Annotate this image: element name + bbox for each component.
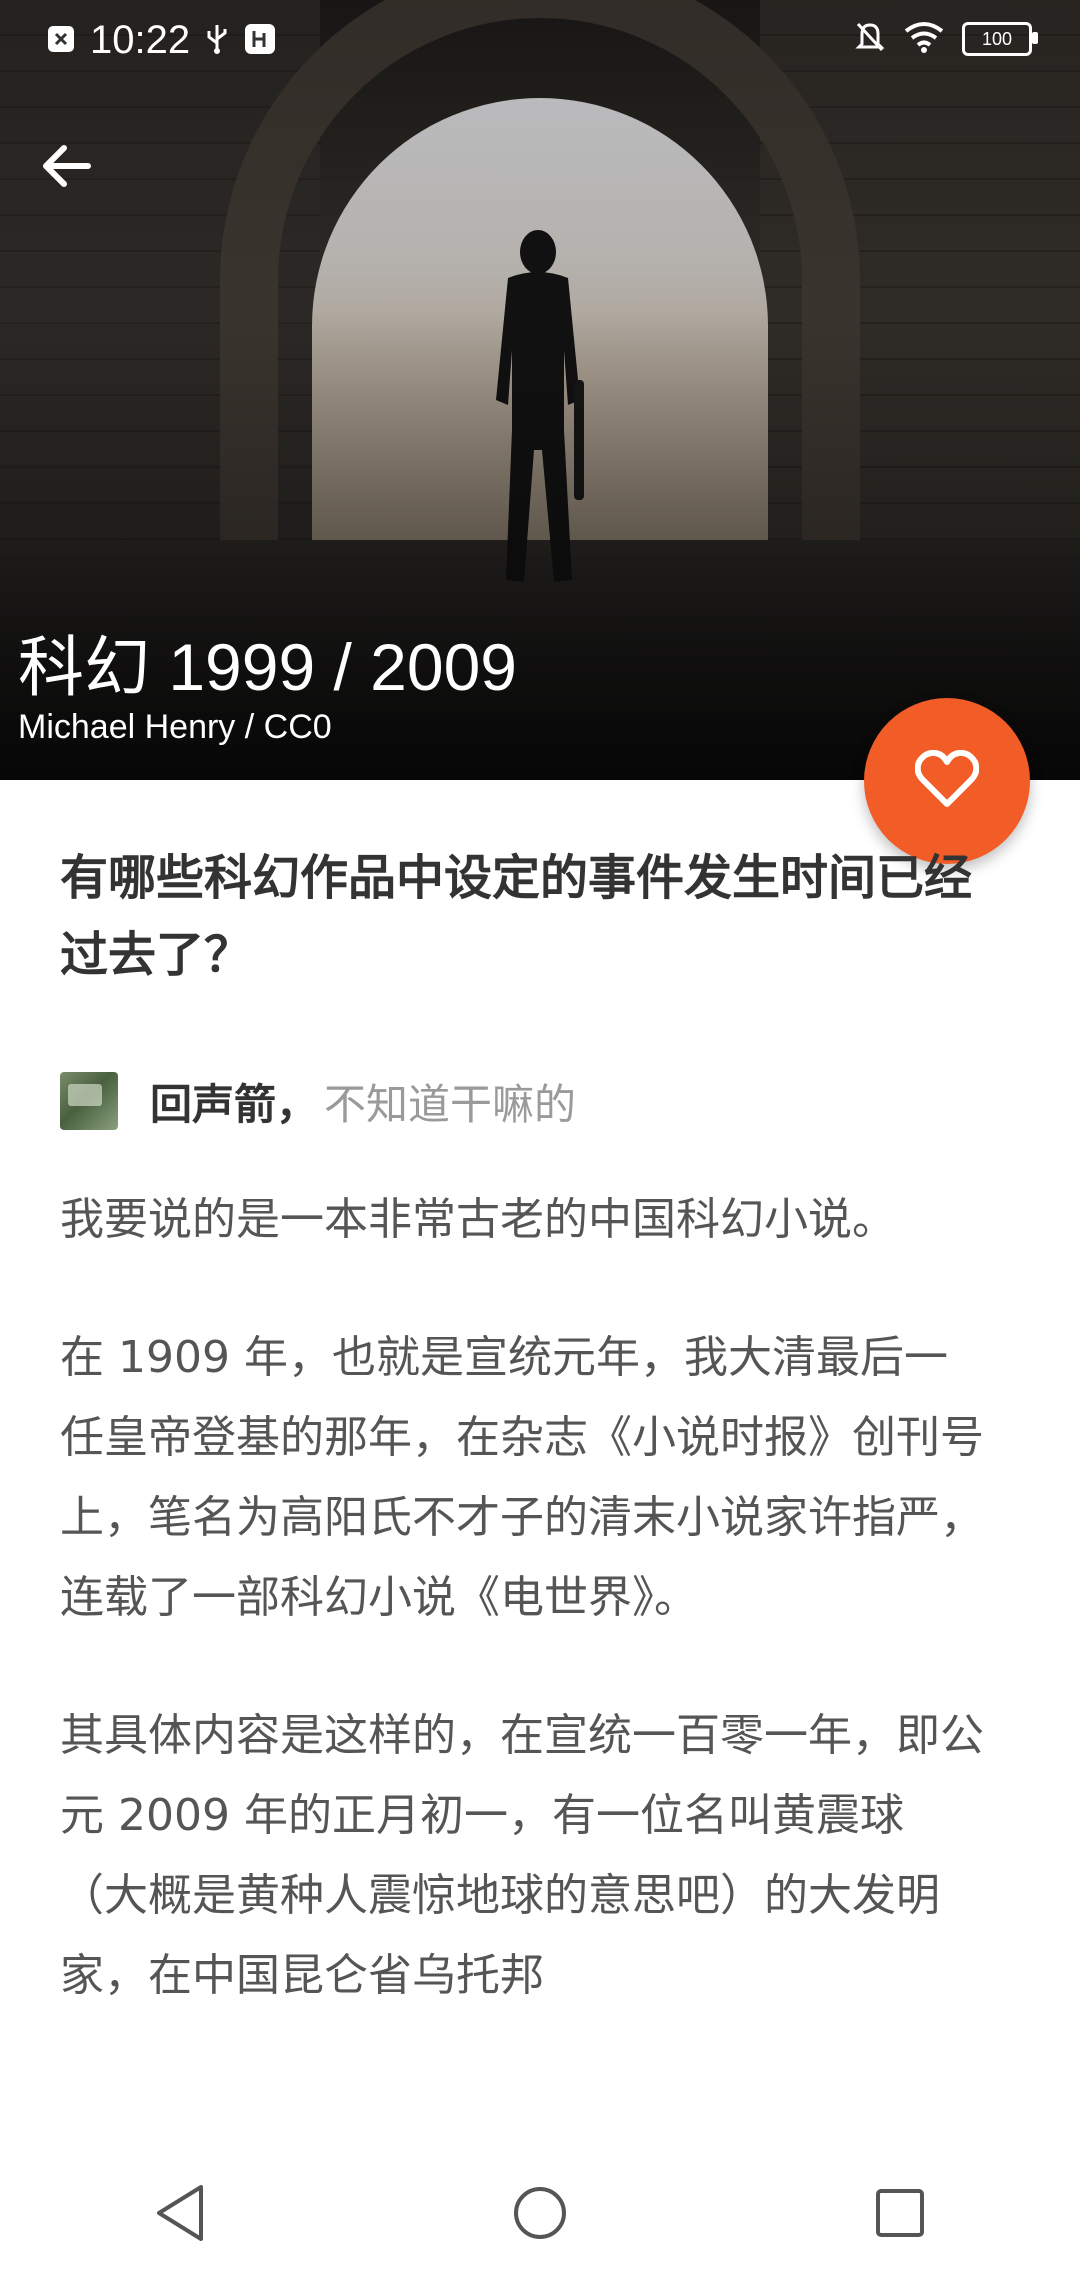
- nav-recents-button[interactable]: [840, 2155, 960, 2275]
- status-time: 10:22: [90, 18, 191, 62]
- author-bio: 不知道干嘛的: [324, 1079, 577, 1129]
- avatar[interactable]: [60, 1072, 118, 1130]
- author-name[interactable]: 回声箭: [150, 1071, 276, 1132]
- author-row[interactable]: 回声箭 ， 不知道干嘛的: [60, 1070, 990, 1132]
- status-left-group: 10:22: [46, 18, 276, 63]
- article-paragraph: 其具体内容是这样的，在宣统一百零一年，即公元 2009 年的正月初一，有一位名叫…: [60, 1710, 984, 2001]
- article-paragraph: 在 1909 年，也就是宣统元年，我大清最后一任皇帝登基的那年，在杂志《小说时报…: [60, 1332, 984, 1623]
- usb-debug-icon: [244, 23, 276, 59]
- nav-recents-square-icon: [874, 2187, 926, 2243]
- battery-level: 100: [981, 28, 1013, 49]
- back-arrow-icon: [38, 142, 94, 194]
- nav-back-triangle-icon: [153, 2183, 207, 2247]
- nav-home-circle-icon: [512, 2185, 568, 2245]
- system-navigation-bar: [0, 2150, 1080, 2280]
- article-paragraph: 我要说的是一本非常古老的中国科幻小说。: [60, 1194, 896, 1245]
- author-separator: ，: [276, 1079, 319, 1129]
- status-bar: 10:22 100: [0, 0, 1080, 84]
- status-right-group: 100: [854, 20, 1038, 58]
- nav-home-button[interactable]: [480, 2155, 600, 2275]
- question-title: 有哪些科幻作品中设定的事件发生时间已经过去了？: [60, 850, 973, 983]
- screen: 10:22 100 科幻 1999 / 2009 Michael Henry /…: [0, 0, 1080, 2280]
- usb-icon: [204, 23, 230, 59]
- article-content: 有哪些科幻作品中设定的事件发生时间已经过去了？ 回声箭 ， 不知道干嘛的 我要说…: [60, 840, 990, 2016]
- close-box-icon: [46, 24, 76, 58]
- back-button[interactable]: [30, 132, 102, 204]
- nav-back-button[interactable]: [120, 2155, 240, 2275]
- wifi-icon: [904, 21, 944, 57]
- image-credit: Michael Henry / CC0: [18, 708, 332, 746]
- hero-title: 科幻 1999 / 2009: [18, 630, 517, 704]
- battery-icon: 100: [962, 22, 1038, 56]
- heart-icon: [914, 749, 980, 812]
- notifications-off-icon: [854, 20, 886, 58]
